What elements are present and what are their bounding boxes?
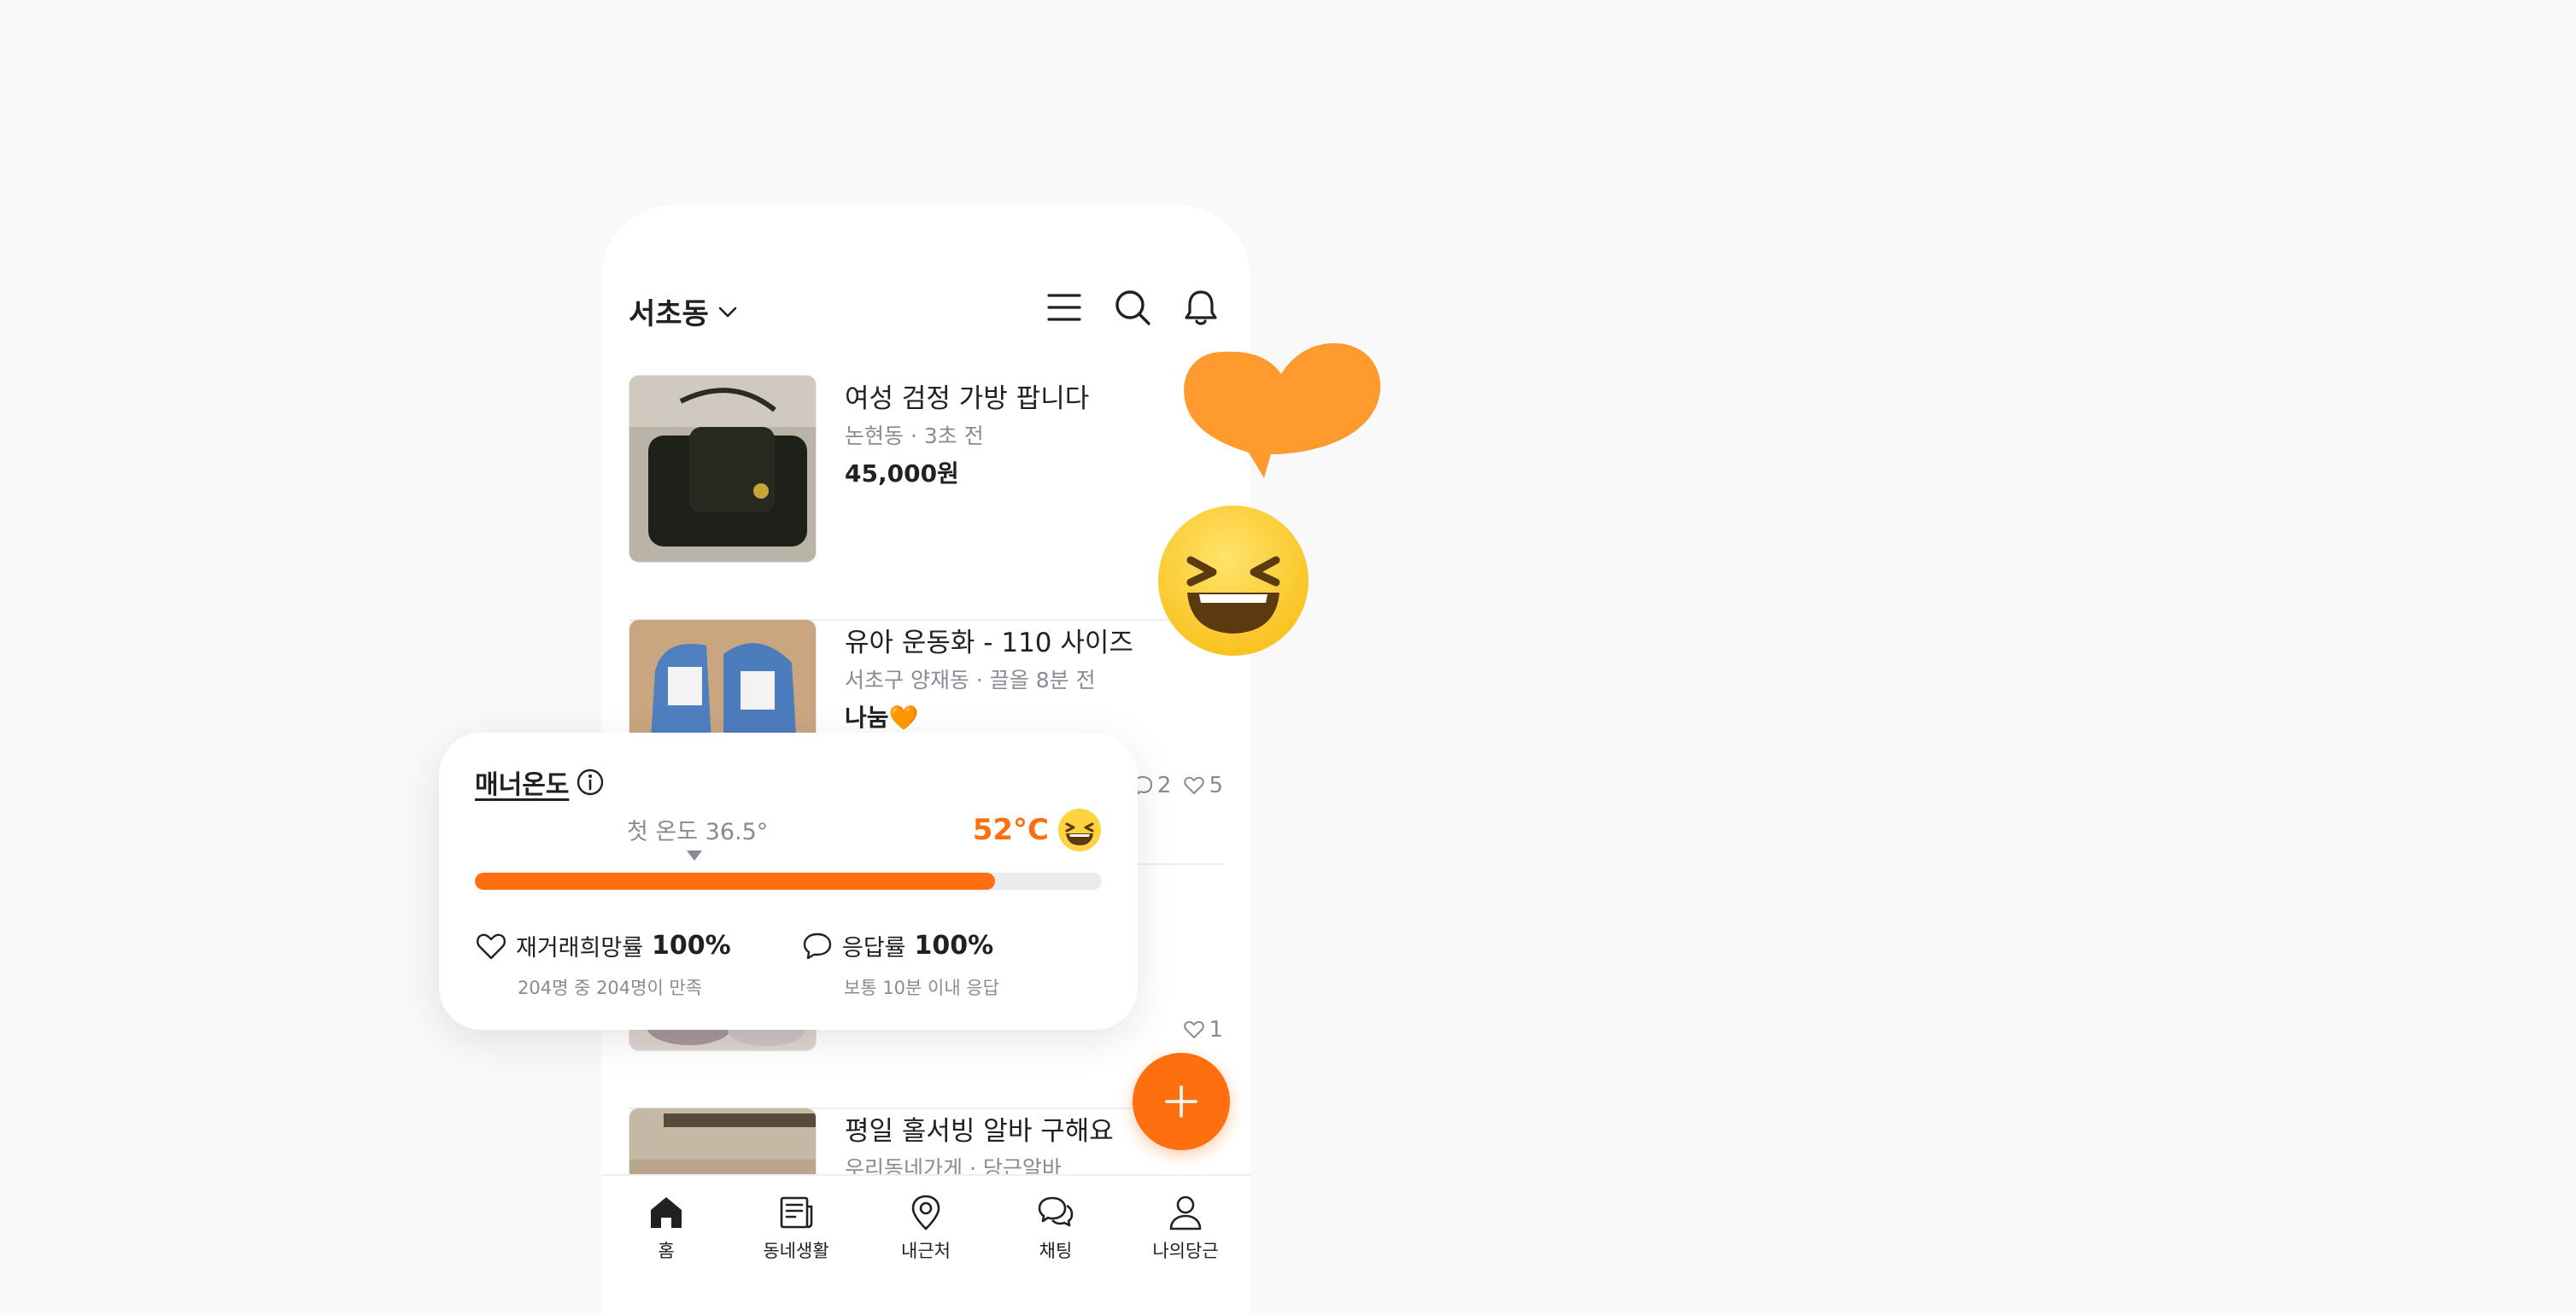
temperature-text: 52°C xyxy=(972,813,1049,847)
tab-label: 채팅 xyxy=(1039,1241,1073,1261)
info-icon[interactable] xyxy=(576,768,605,797)
listing-item[interactable]: 여성 검정 가방 팝니다 논현동 · 3초 전 45,000원 xyxy=(629,375,1223,621)
listing-title: 여성 검정 가방 팝니다 xyxy=(845,383,1090,414)
chat-bubble-icon xyxy=(803,932,832,959)
laughing-face-icon xyxy=(1058,809,1101,851)
tab-home[interactable]: 홈 xyxy=(601,1176,731,1315)
tab-neighborhood-life[interactable]: 동네생활 xyxy=(731,1176,861,1315)
response-rate-stat: 응답률 100% 보통 10분 이내 응답 xyxy=(801,929,999,1000)
heart-decoration xyxy=(1184,342,1381,478)
menu-icon[interactable] xyxy=(1044,287,1085,328)
chevron-down-icon xyxy=(718,307,737,317)
chat-icon xyxy=(1038,1196,1074,1227)
listing-price: 나눔🧡 xyxy=(845,704,919,732)
top-bar: 서초동 xyxy=(601,205,1250,346)
search-icon[interactable] xyxy=(1112,287,1153,328)
stat-value: 100% xyxy=(652,931,731,961)
tab-label: 동네생활 xyxy=(763,1241,829,1261)
tab-chat[interactable]: 채팅 xyxy=(991,1176,1121,1315)
person-icon xyxy=(1169,1195,1202,1230)
home-icon xyxy=(651,1197,682,1228)
location-pin-icon xyxy=(911,1195,940,1230)
bottom-tab-bar: 홈 동네생활 내근처 채팅 나의당근 xyxy=(601,1174,1250,1315)
news-icon xyxy=(780,1196,813,1229)
tab-my-carrot[interactable]: 나의당근 xyxy=(1121,1176,1250,1315)
stat-value: 100% xyxy=(914,931,994,961)
write-post-button[interactable] xyxy=(1133,1053,1230,1150)
location-selector[interactable]: 서초동 xyxy=(629,290,740,332)
like-count: 5 xyxy=(1183,773,1223,798)
card-title: 매너온도 xyxy=(475,763,605,801)
bell-icon[interactable] xyxy=(1180,287,1221,328)
tab-nearby[interactable]: 내근처 xyxy=(861,1176,991,1315)
stat-subtext: 204명 중 204명이 만족 xyxy=(518,978,703,998)
rehire-rate-stat: 재거래희망률 100% 204명 중 204명이 만족 xyxy=(475,929,731,1000)
tab-label: 홈 xyxy=(658,1241,675,1261)
heart-icon xyxy=(476,933,506,959)
laughing-emoji-decoration xyxy=(1158,506,1308,656)
like-count: 1 xyxy=(1183,1017,1223,1043)
heart-icon xyxy=(1184,776,1205,794)
heart-icon xyxy=(1184,1020,1205,1038)
stat-subtext: 보통 10분 이내 응답 xyxy=(844,978,999,998)
temperature-progress-fill xyxy=(475,873,996,890)
card-title-text: 매너온도 xyxy=(475,770,570,800)
listing-meta: 논현동 · 3초 전 xyxy=(845,424,984,448)
first-temperature-label: 첫 온도 36.5° xyxy=(627,819,769,845)
listing-title: 유아 운동화 - 110 사이즈 xyxy=(845,628,1133,658)
listing-thumbnail xyxy=(629,375,817,563)
temperature-progress-bar xyxy=(475,873,1102,890)
first-temperature-marker xyxy=(687,850,702,861)
listing-title: 평일 홀서빙 알바 구해요 xyxy=(845,1116,1114,1147)
listing-counts: 1 xyxy=(1183,1017,1223,1043)
manner-temperature-card: 매너온도 첫 온도 36.5° 52°C 재거래희망률 100% 204명 중 … xyxy=(439,733,1138,1030)
tab-label: 나의당근 xyxy=(1152,1241,1219,1261)
stat-label: 응답률 xyxy=(842,935,906,961)
plus-icon xyxy=(1165,1085,1197,1118)
listing-price: 45,000원 xyxy=(845,459,959,488)
temperature-value: 52°C xyxy=(973,808,1102,852)
location-label: 서초동 xyxy=(629,297,709,331)
stat-label: 재거래희망률 xyxy=(516,935,644,961)
tab-label: 내근처 xyxy=(901,1241,951,1261)
listing-meta: 서초구 양재동 · 끌올 8분 전 xyxy=(845,668,1096,693)
listing-counts: 2 5 xyxy=(1132,773,1223,798)
